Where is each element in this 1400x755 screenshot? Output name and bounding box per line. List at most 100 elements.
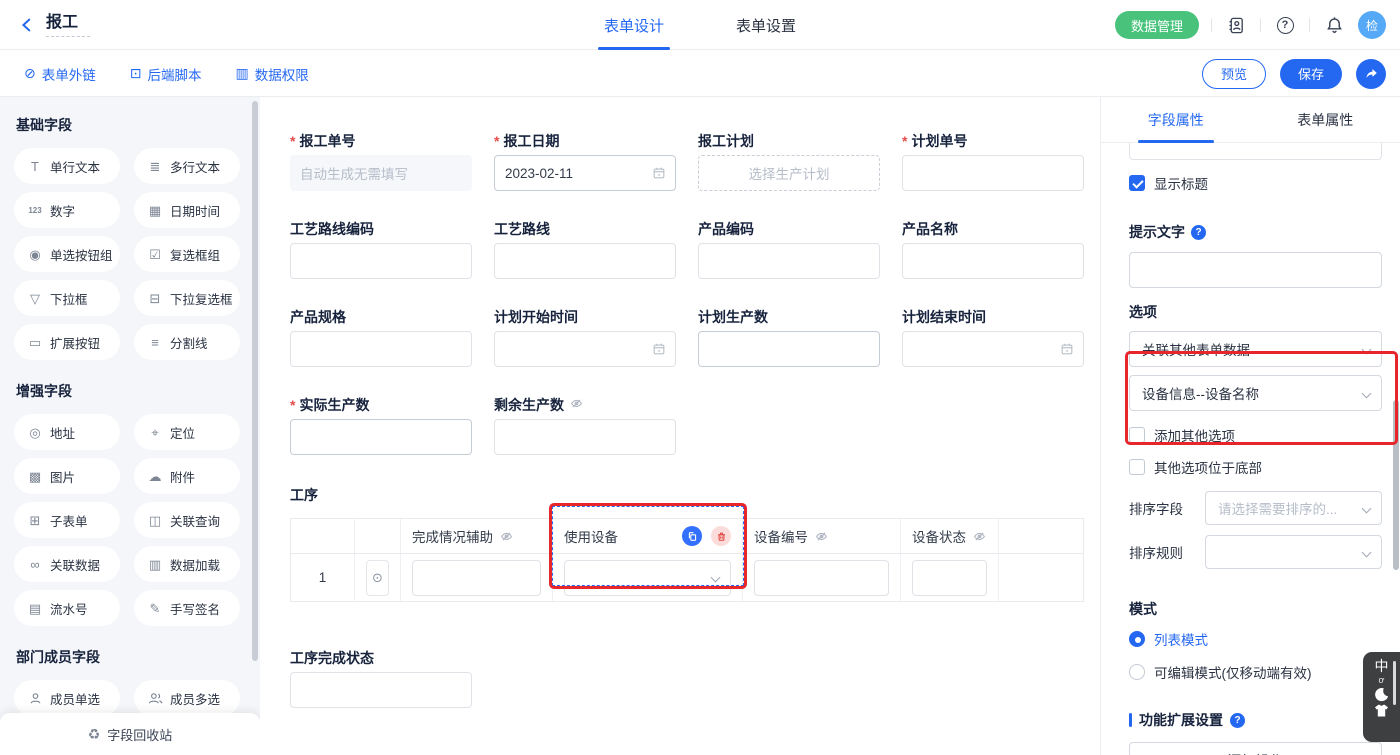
form-field[interactable]: *实际生产数: [290, 397, 472, 455]
language-toggle[interactable]: 中: [1375, 658, 1389, 674]
sidebar-field-divider[interactable]: ≡分割线: [134, 324, 240, 360]
hint-text-input[interactable]: [1129, 252, 1382, 288]
device-status-input[interactable]: [912, 560, 987, 596]
field-input[interactable]: [494, 243, 676, 279]
field-input[interactable]: [290, 419, 472, 455]
sidebar-field-number[interactable]: 123数字: [14, 192, 120, 228]
help-icon[interactable]: ?: [1191, 225, 1206, 240]
completion-input[interactable]: [412, 560, 541, 596]
share-button[interactable]: [1356, 59, 1386, 89]
moon-icon[interactable]: [1374, 687, 1389, 702]
contact-book-icon[interactable]: [1224, 13, 1248, 37]
tab-form-properties[interactable]: 表单属性: [1251, 97, 1400, 142]
sidebar-field-extend-button[interactable]: ▭扩展按钮: [14, 324, 120, 360]
field-input[interactable]: [698, 243, 880, 279]
radio-selected-icon[interactable]: [1129, 631, 1145, 647]
form-field[interactable]: 剩余生产数: [494, 397, 676, 455]
device-code-input[interactable]: [754, 560, 889, 596]
save-button[interactable]: 保存: [1280, 59, 1342, 89]
checkbox-unchecked-icon[interactable]: [1129, 459, 1145, 475]
panel-scrollbar[interactable]: [1393, 400, 1399, 570]
form-field[interactable]: 工艺路线: [494, 221, 676, 279]
add-action-button[interactable]: 添加操作: [1129, 742, 1382, 755]
form-field[interactable]: 工艺路线编码: [290, 221, 472, 279]
tab-field-properties[interactable]: 字段属性: [1101, 97, 1251, 142]
sidebar-field-checkbox-group[interactable]: ☑复选框组: [134, 236, 240, 272]
preview-button[interactable]: 预览: [1202, 59, 1266, 89]
sidebar-scrollbar[interactable]: [252, 101, 258, 661]
translate-plugin-widget[interactable]: 中 ơ: [1363, 652, 1400, 742]
field-input[interactable]: [902, 243, 1084, 279]
form-field[interactable]: 产品编码: [698, 221, 880, 279]
other-option-bottom-row[interactable]: 其他选项位于底部: [1129, 457, 1382, 477]
field-recycle-bin[interactable]: ♻ 字段回收站: [0, 713, 260, 755]
sidebar-field-multi-select[interactable]: ⊟下拉复选框: [134, 280, 240, 316]
sidebar-field-serial-number[interactable]: ▤流水号: [14, 590, 120, 626]
field-input[interactable]: 选择生产计划: [698, 155, 880, 191]
copy-column-button[interactable]: [682, 526, 702, 546]
form-field[interactable]: *计划单号: [902, 133, 1084, 191]
sidebar-field-location[interactable]: ⌖定位: [134, 414, 240, 450]
sidebar-field-radio-group[interactable]: ◉单选按钮组: [14, 236, 120, 272]
sidebar-field-lookup[interactable]: ◫关联查询: [134, 502, 240, 538]
mode-editable-radio[interactable]: 可编辑模式(仅移动端有效): [1129, 662, 1382, 682]
data-manage-button[interactable]: 数据管理: [1115, 11, 1199, 39]
row-drag-handle[interactable]: ⊙: [366, 560, 389, 596]
sidebar-field-single-line-text[interactable]: T单行文本: [14, 148, 120, 184]
form-field[interactable]: 计划生产数: [698, 309, 880, 367]
tab-form-settings[interactable]: 表单设置: [736, 0, 796, 50]
sidebar-field-attachment[interactable]: ☁附件: [134, 458, 240, 494]
form-field[interactable]: 工序完成状态: [290, 650, 472, 708]
help-icon[interactable]: ?: [1273, 13, 1297, 37]
sidebar-field-data-load[interactable]: ▥数据加载: [134, 546, 240, 582]
form-field[interactable]: *报工日期2023-02-11: [494, 133, 676, 191]
help-icon[interactable]: ?: [1230, 713, 1245, 728]
mode-list-radio[interactable]: 列表模式: [1129, 629, 1382, 649]
form-field[interactable]: 产品规格: [290, 309, 472, 367]
sidebar-field-linked-data[interactable]: ∞关联数据: [14, 546, 120, 582]
sidebar-field-multi-line-text[interactable]: ≣多行文本: [134, 148, 240, 184]
field-input[interactable]: 2023-02-11: [494, 155, 676, 191]
checkbox-unchecked-icon[interactable]: [1129, 427, 1145, 443]
sort-rule-select[interactable]: [1205, 535, 1382, 569]
field-input[interactable]: [494, 331, 676, 367]
sidebar-field-signature[interactable]: ✎手写签名: [134, 590, 240, 626]
sidebar-field-member-multi[interactable]: 成员多选: [134, 680, 240, 716]
field-input[interactable]: [494, 419, 676, 455]
device-select[interactable]: [564, 560, 731, 596]
col-header-device-status[interactable]: 设备状态: [901, 519, 999, 553]
option-source-select[interactable]: 关联其他表单数据: [1129, 331, 1382, 367]
field-input[interactable]: [290, 672, 472, 708]
radio-unselected-icon[interactable]: [1129, 664, 1145, 680]
panel-scrolled-input[interactable]: [1129, 143, 1382, 160]
form-field[interactable]: 计划结束时间: [902, 309, 1084, 367]
backend-script-link[interactable]: ⊡后端脚本: [130, 64, 202, 84]
data-permission-link[interactable]: ▥数据权限: [235, 64, 308, 84]
show-title-checkbox-row[interactable]: 显示标题: [1129, 173, 1382, 193]
form-field[interactable]: 计划开始时间: [494, 309, 676, 367]
form-external-link[interactable]: ⊘表单外链: [24, 64, 96, 84]
add-other-option-row[interactable]: 添加其他选项: [1129, 425, 1382, 445]
field-input[interactable]: [902, 331, 1084, 367]
checkbox-checked-icon[interactable]: [1129, 175, 1145, 191]
field-input[interactable]: [290, 243, 472, 279]
delete-column-button[interactable]: [711, 526, 731, 546]
sidebar-field-member-single[interactable]: 成员单选: [14, 680, 120, 716]
col-header-device-code[interactable]: 设备编号: [743, 519, 901, 553]
col-header-device[interactable]: 使用设备: [553, 519, 743, 553]
avatar[interactable]: 检: [1358, 11, 1386, 39]
sidebar-field-datetime[interactable]: ▦日期时间: [134, 192, 240, 228]
sidebar-field-select[interactable]: ▽下拉框: [14, 280, 120, 316]
form-field[interactable]: 报工计划选择生产计划: [698, 133, 880, 191]
shirt-icon[interactable]: [1374, 704, 1389, 717]
field-input[interactable]: [698, 331, 880, 367]
field-input[interactable]: 自动生成无需填写: [290, 155, 472, 191]
sidebar-field-subform[interactable]: ⊞子表单: [14, 502, 120, 538]
form-field[interactable]: 产品名称: [902, 221, 1084, 279]
option-field-select[interactable]: 设备信息--设备名称: [1129, 375, 1382, 411]
sort-field-select[interactable]: 请选择需要排序的...: [1205, 491, 1382, 525]
field-input[interactable]: [290, 331, 472, 367]
sidebar-field-address[interactable]: ◎地址: [14, 414, 120, 450]
field-input[interactable]: [902, 155, 1084, 191]
col-header-completion[interactable]: 完成情况辅助: [401, 519, 553, 553]
